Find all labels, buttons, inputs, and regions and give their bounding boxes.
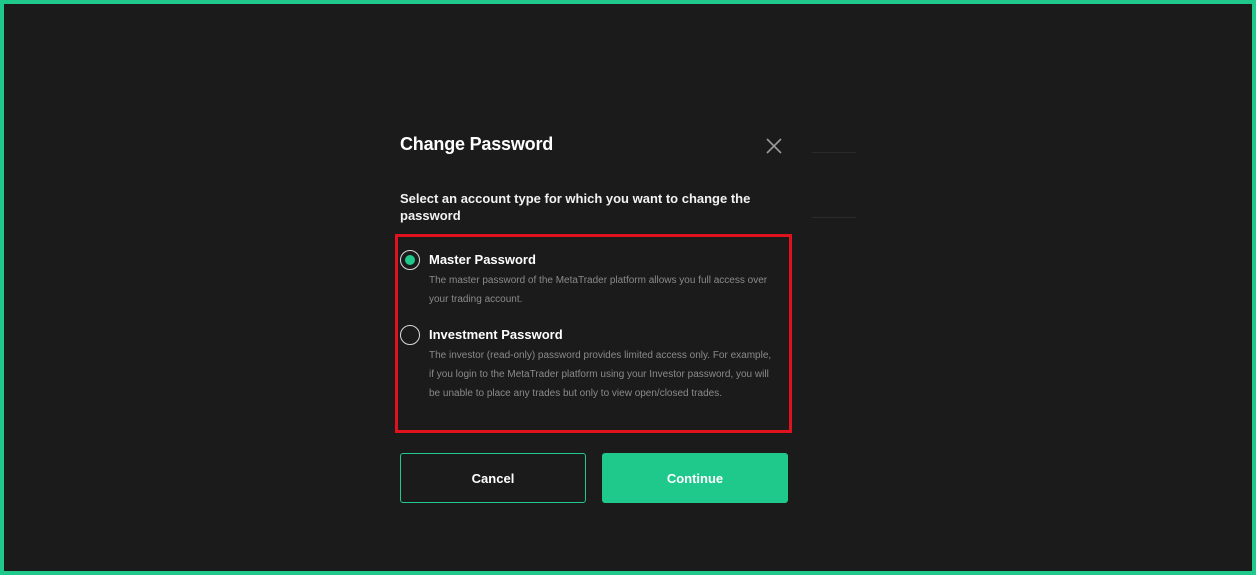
dialog-prompt: Select an account type for which you wan… [400, 191, 751, 223]
continue-button[interactable]: Continue [602, 453, 788, 503]
option-label: Investment Password [429, 327, 563, 342]
cancel-button[interactable]: Cancel [400, 453, 586, 503]
option-master-password[interactable]: Master Password The master password of t… [400, 250, 780, 310]
investment-password-radio[interactable] [400, 325, 420, 345]
close-icon[interactable] [762, 134, 786, 158]
change-password-dialog: Change Password Select an account type f… [400, 128, 790, 508]
background-divider [812, 152, 856, 153]
background-divider [812, 217, 856, 218]
option-description: The master password of the MetaTrader pl… [429, 275, 768, 305]
option-description: The investor (read-only) password provid… [429, 350, 772, 399]
master-password-radio[interactable] [400, 250, 420, 270]
option-label: Master Password [429, 252, 536, 267]
dialog-title: Change Password [400, 134, 554, 154]
option-investment-password[interactable]: Investment Password The investor (read-o… [400, 325, 780, 425]
